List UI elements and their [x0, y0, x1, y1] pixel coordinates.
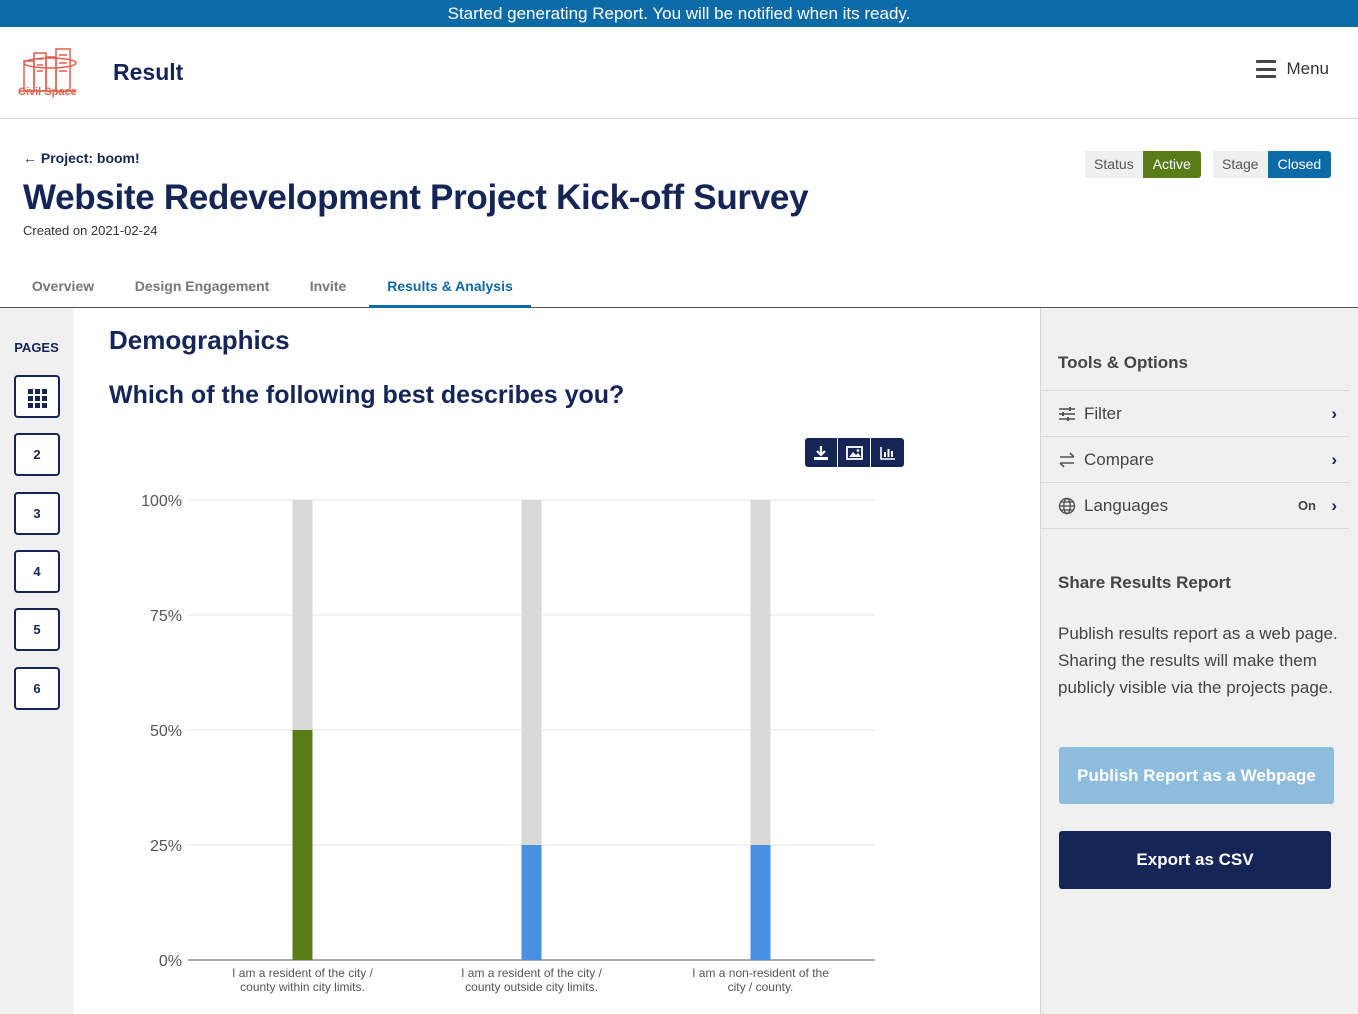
chart-toolbar [805, 438, 904, 467]
tab-results-analysis[interactable]: Results & Analysis [369, 264, 531, 308]
tools-title: Tools & Options [1058, 353, 1189, 372]
hamburger-icon [1256, 60, 1277, 78]
x-category-label: I am a resident of the city / [461, 966, 602, 980]
page-label: Result [113, 59, 184, 85]
page-button-6[interactable]: 6 [14, 667, 60, 710]
status-value: Active [1142, 151, 1201, 178]
menu-label: Menu [1286, 59, 1329, 78]
stage-badge: Stage Closed [1213, 151, 1332, 178]
logo-text: Civil Space [18, 86, 77, 98]
x-category-label: city / county. [728, 980, 794, 994]
tab-bar: Overview Design Engagement Invite Result… [0, 264, 1358, 308]
page-button-2[interactable]: 2 [14, 433, 60, 476]
divider [1041, 528, 1349, 529]
back-to-project-link[interactable]: ← Project: boom! [23, 150, 140, 166]
publish-report-button[interactable]: Publish Report as a Webpage [1059, 747, 1334, 804]
y-tick-label: 50% [150, 723, 182, 740]
tab-design-engagement[interactable]: Design Engagement [126, 264, 278, 308]
status-badge: Status Active [1085, 151, 1201, 178]
created-date: Created on 2021-02-24 [23, 223, 158, 238]
globe-icon [1058, 497, 1076, 515]
chevron-right-icon: › [1331, 404, 1337, 423]
pages-sidebar: PAGES 2 3 4 5 6 [0, 308, 73, 1014]
notification-banner: Started generating Report. You will be n… [0, 0, 1358, 27]
page-button-3[interactable]: 3 [14, 492, 60, 535]
back-link-label: Project: boom! [40, 150, 140, 166]
pages-label: PAGES [14, 340, 59, 355]
status-label: Status [1085, 151, 1143, 178]
y-tick-label: 0% [159, 953, 182, 970]
all-pages-button[interactable] [14, 375, 60, 418]
menu-button[interactable]: Menu [1256, 59, 1329, 79]
languages-label: Languages [1084, 496, 1169, 515]
grid-icon [27, 389, 47, 408]
bar-remainder [750, 500, 771, 845]
compare-option[interactable]: Compare › [1041, 436, 1349, 482]
page-button-4[interactable]: 4 [14, 550, 60, 593]
section-title: Demographics [109, 325, 290, 355]
bar [292, 730, 313, 960]
top-bar: Civil Space Result Menu [0, 27, 1358, 119]
sliders-icon [1059, 407, 1075, 421]
chevron-right-icon: › [1331, 450, 1337, 469]
share-description: Publish results report as a web page. Sh… [1058, 624, 1338, 697]
bar [521, 845, 542, 960]
bar-remainder [292, 500, 313, 730]
download-button[interactable] [805, 438, 838, 467]
stage-label: Stage [1213, 151, 1268, 178]
question-title: Which of the following best describes yo… [109, 381, 625, 409]
x-category-label: county within city limits. [240, 980, 365, 994]
y-tick-label: 75% [150, 608, 182, 625]
y-tick-label: 25% [150, 838, 182, 855]
chevron-right-icon: › [1331, 496, 1337, 515]
bar-chart-icon [879, 446, 895, 460]
image-export-button[interactable] [838, 438, 871, 467]
compare-label: Compare [1084, 450, 1154, 469]
image-icon [845, 445, 863, 460]
filter-option[interactable]: Filter › [1041, 390, 1349, 436]
tab-invite[interactable]: Invite [297, 264, 359, 308]
download-icon [814, 445, 828, 460]
tools-panel: Tools & Options Filter › Compare › Langu… [1040, 308, 1358, 1014]
filter-label: Filter [1084, 404, 1122, 423]
results-bar-chart: 100% 75% 50% 25% 0% I am a resident of the ci… [141, 493, 875, 994]
export-csv-button[interactable]: Export as CSV [1059, 831, 1331, 889]
x-category-label: I am a resident of the city / [232, 966, 373, 980]
y-tick-label: 100% [141, 493, 182, 510]
project-title: Website Redevelopment Project Kick-off S… [23, 178, 809, 217]
tab-overview[interactable]: Overview [20, 264, 106, 308]
bar-remainder [521, 500, 542, 845]
x-category-label: I am a non-resident of the [692, 966, 829, 980]
arrow-left-icon: ← [23, 150, 37, 166]
page-button-5[interactable]: 5 [14, 608, 60, 651]
share-title: Share Results Report [1058, 573, 1231, 592]
languages-status: On [1297, 498, 1316, 513]
x-category-label: county outside city limits. [465, 980, 598, 994]
stage-value: Closed [1267, 151, 1332, 178]
chart-type-button[interactable] [871, 438, 904, 467]
bar [750, 845, 771, 960]
languages-option[interactable]: Languages On › [1041, 482, 1349, 528]
arrows-exchange-icon [1059, 452, 1075, 468]
